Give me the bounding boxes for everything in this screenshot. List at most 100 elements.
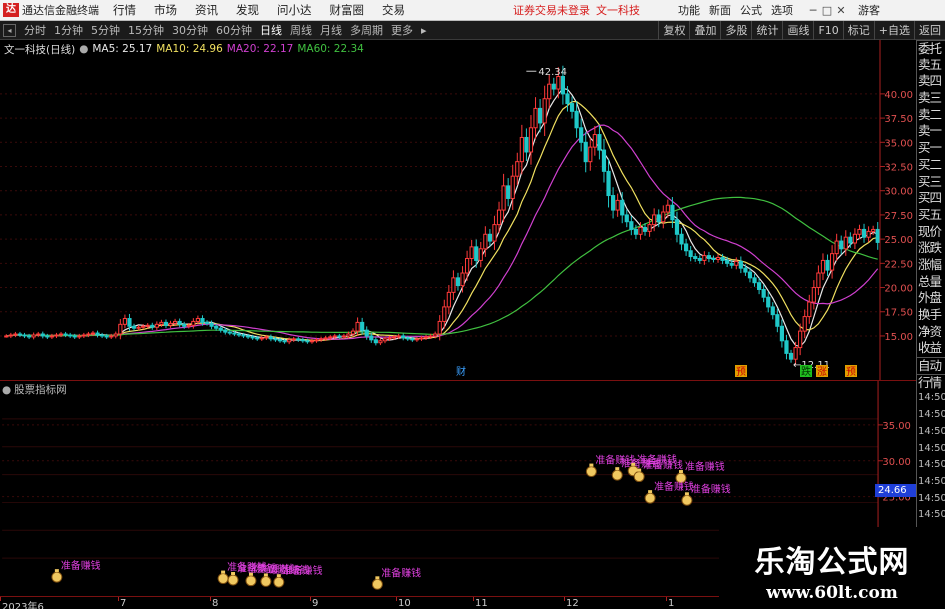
- candle-body: [729, 262, 734, 266]
- period-multi[interactable]: 多周期: [350, 22, 383, 38]
- period-1min[interactable]: 1分钟: [54, 22, 83, 38]
- minimize-icon[interactable]: ─: [806, 4, 820, 17]
- candlestick-chart[interactable]: 15.00 17.50 20.00 22.50 25.00 27.50 30.00 32.50…: [0, 40, 916, 380]
- quote-field-label: 总量: [918, 273, 942, 289]
- date-tick-label: 2023年6: [2, 602, 44, 609]
- candle-body: [496, 209, 502, 226]
- price-tick-label: 25.00: [884, 235, 913, 246]
- candle-body: [122, 318, 128, 325]
- candle-body: [13, 333, 18, 336]
- indicator-toggle-icon[interactable]: ●: [2, 384, 11, 396]
- period-more[interactable]: 更多: [391, 22, 413, 38]
- candle-body: [77, 335, 82, 338]
- candle-body: [264, 336, 269, 339]
- draw-line-button[interactable]: 画线: [782, 21, 813, 40]
- quote-field-label: 外盘: [918, 290, 942, 306]
- candle-body: [309, 340, 315, 343]
- quote-field-label: 卖一: [918, 123, 942, 139]
- quote-field-label[interactable]: 自动: [917, 357, 945, 374]
- quote-field-label: 现价: [918, 223, 942, 239]
- menu-formula[interactable]: 公式: [740, 2, 762, 18]
- candle-body: [848, 236, 853, 244]
- candle-body: [537, 107, 543, 124]
- menu-new-page[interactable]: 新面: [709, 2, 731, 18]
- more-dropdown-icon[interactable]: ▸: [421, 24, 427, 37]
- candle-body: [232, 332, 237, 335]
- price-tick-label: 20.00: [884, 284, 913, 295]
- candle-body: [163, 321, 169, 326]
- candle-body: [26, 335, 32, 338]
- period-30min[interactable]: 30分钟: [172, 22, 208, 38]
- date-tick-label: 11: [475, 598, 488, 609]
- candle-body: [829, 253, 835, 271]
- quote-field-label[interactable]: 行情: [917, 373, 945, 391]
- candle-body: [788, 352, 794, 360]
- add-watchlist-button[interactable]: +自选: [873, 21, 914, 40]
- candle-body: [715, 257, 721, 260]
- candle-body: [569, 103, 575, 112]
- period-intraday[interactable]: 分时: [24, 22, 46, 38]
- candle-body: [702, 255, 707, 261]
- menu-options[interactable]: 选项: [771, 2, 793, 18]
- candle-body: [793, 347, 798, 360]
- menu-trade[interactable]: 交易: [382, 2, 405, 18]
- period-high-label: 42.34: [538, 67, 567, 78]
- candle-body: [113, 333, 118, 337]
- period-weekly[interactable]: 周线: [290, 22, 312, 38]
- return-button[interactable]: 返回: [914, 21, 945, 40]
- menu-function[interactable]: 功能: [678, 2, 700, 18]
- candle-body: [679, 233, 684, 245]
- candle-body: [268, 336, 274, 340]
- menu-wealth[interactable]: 财富圈: [330, 2, 365, 18]
- candle-body: [346, 333, 351, 337]
- candle-body: [697, 257, 702, 261]
- mark-button[interactable]: 标记: [842, 21, 874, 40]
- login-status-link[interactable]: 证券交易未登录: [513, 2, 590, 18]
- back-arrow-icon[interactable]: ◂: [3, 23, 16, 37]
- stock-chart-title: 文一科技(日线): [4, 43, 76, 56]
- period-monthly[interactable]: 月线: [320, 22, 342, 38]
- candle-body: [560, 75, 566, 95]
- tick-time: 14:50: [918, 475, 945, 487]
- price-tick-label: 40.00: [884, 90, 913, 101]
- date-tick-label: 7: [120, 598, 127, 609]
- candle-body: [277, 339, 283, 342]
- candle-body: [437, 320, 442, 335]
- indicator-tick-label: 35.00: [882, 421, 910, 432]
- candle-body: [442, 306, 447, 322]
- candle-body: [223, 329, 228, 333]
- indicator-toggle-icon[interactable]: ●: [79, 43, 88, 55]
- maximize-icon[interactable]: □: [820, 4, 834, 17]
- current-stock-name: 文一科技: [596, 4, 640, 17]
- menu-quotes[interactable]: 行情: [113, 2, 136, 18]
- close-icon[interactable]: ✕: [834, 4, 848, 17]
- period-15min[interactable]: 15分钟: [128, 22, 164, 38]
- stats-button[interactable]: 统计: [751, 21, 782, 40]
- candle-body: [779, 325, 785, 342]
- candle-body: [337, 335, 342, 338]
- watermark-url: www.60lt.com: [766, 583, 898, 603]
- date-tick-label: 1: [668, 598, 675, 609]
- adjust-button[interactable]: 复权: [658, 21, 689, 40]
- guest-account[interactable]: 游客: [858, 2, 880, 18]
- period-5min[interactable]: 5分钟: [91, 22, 120, 38]
- multi-stock-button[interactable]: 多股: [720, 21, 751, 40]
- candle-body: [770, 306, 775, 316]
- date-tick-label: 12: [566, 598, 579, 609]
- menu-market[interactable]: 市场: [154, 2, 177, 18]
- candle-body: [8, 334, 13, 337]
- period-daily[interactable]: 日线: [260, 22, 282, 38]
- menu-discover[interactable]: 发现: [236, 2, 259, 18]
- candle-body: [852, 233, 858, 244]
- period-60min[interactable]: 60分钟: [216, 22, 252, 38]
- candle-body: [255, 337, 260, 340]
- overlay-button[interactable]: 叠加: [689, 21, 720, 40]
- app-logo-icon: 达: [3, 3, 19, 17]
- candle-body: [711, 257, 716, 260]
- event-marker-label: 预: [846, 366, 856, 378]
- candle-body: [291, 338, 296, 341]
- menu-news[interactable]: 资讯: [195, 2, 218, 18]
- candle-body: [483, 233, 488, 250]
- menu-ask[interactable]: 问小达: [277, 2, 312, 18]
- f10-button[interactable]: F10: [813, 21, 842, 40]
